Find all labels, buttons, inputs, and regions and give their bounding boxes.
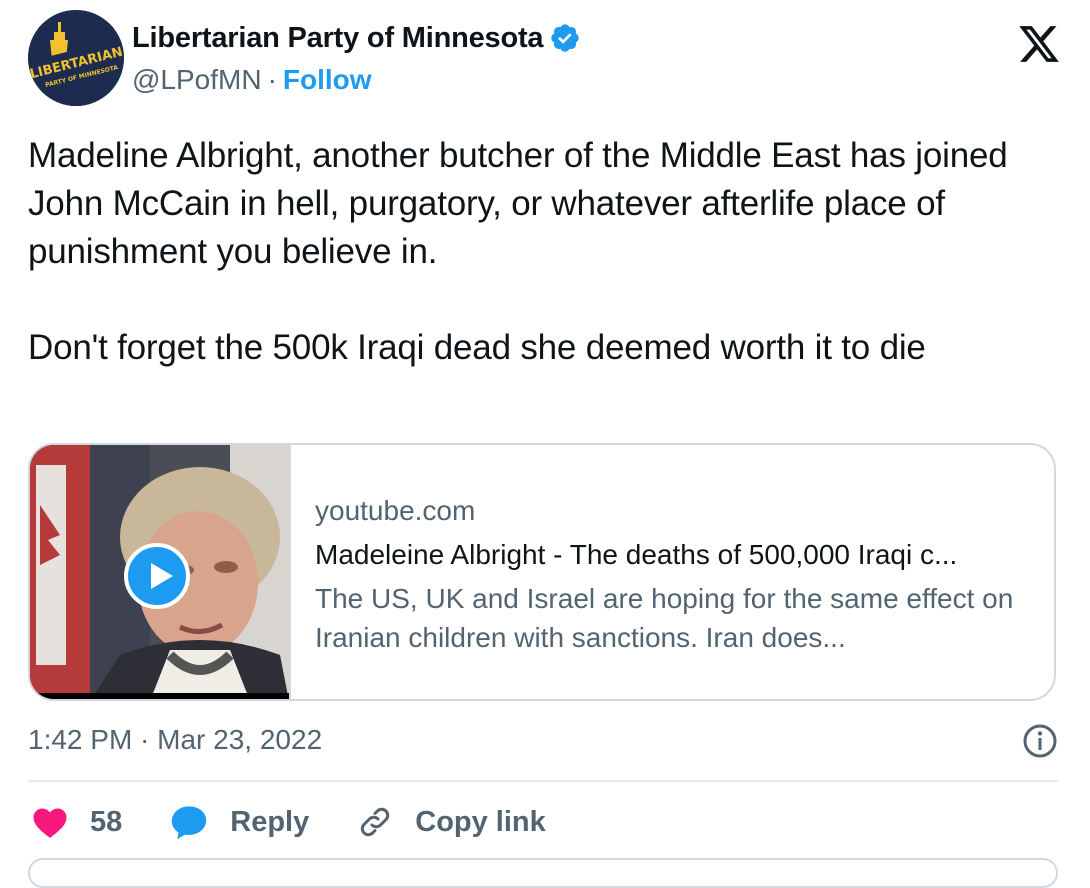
- heart-icon: [33, 808, 67, 838]
- card-domain: youtube.com: [315, 495, 476, 526]
- handle-row: @LPofMN · Follow: [132, 60, 581, 100]
- play-icon[interactable]: [124, 543, 190, 609]
- reply-label: Reply: [230, 805, 310, 838]
- verified-badge-icon: [551, 24, 580, 52]
- name-row: Libertarian Party of Minnesota: [132, 16, 581, 60]
- link-preview-card[interactable]: youtube.com Madeleine Albright - The dea…: [28, 443, 1056, 701]
- card-title[interactable]: Madeleine Albright - The deaths of 500,0…: [315, 535, 1035, 575]
- follow-button[interactable]: Follow: [283, 64, 372, 96]
- timestamp-row: 1:42 PM · Mar 23, 2022: [28, 718, 1058, 762]
- read-replies-button-edge[interactable]: [28, 858, 1058, 888]
- like-count: 58: [90, 805, 123, 838]
- reply-button[interactable]: Reply: [170, 804, 309, 840]
- copy-link-label: Copy link: [415, 805, 546, 838]
- reply-bubble-icon: [172, 806, 207, 840]
- x-logo-icon[interactable]: [1016, 22, 1062, 66]
- author-display-name[interactable]: Libertarian Party of Minnesota: [132, 22, 544, 55]
- card-description: The US, UK and Israel are hoping for the…: [315, 583, 1014, 653]
- card-text: youtube.com Madeleine Albright - The dea…: [315, 491, 1035, 657]
- like-button[interactable]: 58: [32, 805, 122, 839]
- author-info: Libertarian Party of Minnesota @LPofMN ·…: [132, 16, 581, 100]
- tweet-timestamp[interactable]: 1:42 PM · Mar 23, 2022: [28, 724, 322, 756]
- divider: [28, 780, 1058, 782]
- tweet-header: LIBERTARIAN PARTY OF MINNESOTA Libertari…: [28, 10, 1062, 106]
- tweet-paragraph-1: Madeline Albright, another butcher of th…: [28, 136, 1008, 271]
- tweet-text: Madeline Albright, another butcher of th…: [28, 132, 1058, 372]
- link-icon: [361, 807, 390, 837]
- action-bar: 58 Reply Copy link: [32, 798, 594, 846]
- handle-separator: ·: [267, 64, 277, 95]
- video-thumbnail[interactable]: [30, 445, 291, 699]
- avatar[interactable]: LIBERTARIAN PARTY OF MINNESOTA: [28, 10, 124, 106]
- copy-link-button[interactable]: Copy link: [357, 804, 546, 840]
- info-icon[interactable]: [1022, 723, 1058, 759]
- avatar-logo-icon: LIBERTARIAN PARTY OF MINNESOTA: [28, 10, 124, 106]
- author-handle[interactable]: @LPofMN: [132, 64, 262, 96]
- tweet-paragraph-2: Don't forget the 500k Iraqi dead she dee…: [28, 328, 926, 367]
